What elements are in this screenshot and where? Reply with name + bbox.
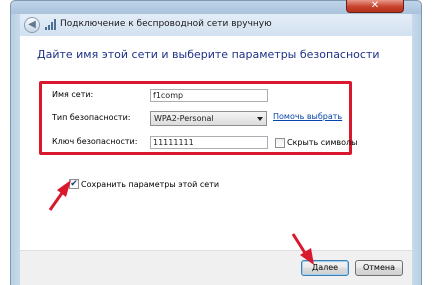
security-type-label: Тип безопасности: bbox=[52, 113, 131, 122]
chevron-down-icon bbox=[257, 117, 263, 121]
save-settings-label: Сохранить параметры этой сети bbox=[81, 180, 220, 189]
window-close-button[interactable]: ✕ bbox=[346, 0, 404, 13]
window-frame-right bbox=[412, 14, 422, 285]
next-button[interactable]: Далее bbox=[301, 260, 349, 276]
close-icon: ✕ bbox=[370, 0, 380, 11]
security-key-label: Ключ безопасности: bbox=[52, 137, 138, 146]
security-key-input[interactable]: 11111111 bbox=[150, 136, 268, 149]
dialog-footer bbox=[20, 250, 412, 285]
back-arrow-icon: ◀ bbox=[28, 19, 36, 30]
window-frame-left bbox=[10, 14, 20, 285]
page-heading: Дайте имя этой сети и выберите параметры… bbox=[37, 48, 380, 61]
hide-characters-checkbox[interactable] bbox=[275, 138, 285, 148]
back-button[interactable]: ◀ bbox=[24, 17, 40, 33]
security-type-value: WPA2-Personal bbox=[154, 114, 214, 123]
save-settings-checkbox[interactable]: ✔ bbox=[69, 179, 79, 189]
window-title: Подключение к беспроводной сети вручную bbox=[60, 19, 272, 29]
network-name-input[interactable]: f1comp bbox=[150, 89, 268, 102]
help-choose-link[interactable]: Помочь выбрать bbox=[273, 112, 342, 121]
title-bar: ◀ Подключение к беспроводной сети вручну… bbox=[20, 14, 412, 36]
hide-characters-label: Скрыть символы bbox=[287, 138, 358, 147]
wireless-network-icon bbox=[45, 19, 56, 30]
security-type-select[interactable]: WPA2-Personal bbox=[150, 111, 267, 126]
checkmark-icon: ✔ bbox=[70, 179, 78, 189]
network-name-label: Имя сети: bbox=[52, 90, 94, 99]
cancel-button[interactable]: Отмена bbox=[355, 260, 403, 276]
dialog-content: Дайте имя этой сети и выберите параметры… bbox=[20, 36, 412, 250]
